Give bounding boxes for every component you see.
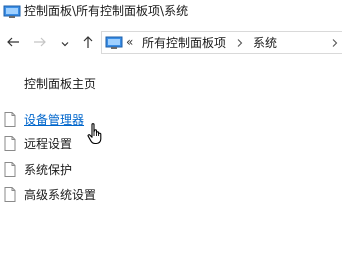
arrow-left-icon: [6, 34, 20, 53]
task-advanced-system-settings[interactable]: 高级系统设置: [0, 185, 200, 205]
window-title: 控制面板\所有控制面板项\系统: [24, 4, 189, 18]
forward-button[interactable]: [30, 30, 50, 56]
task-label[interactable]: 高级系统设置: [24, 187, 96, 203]
address-bar[interactable]: « 所有控制面板项 系统: [101, 31, 342, 54]
arrow-right-icon: [33, 34, 47, 53]
back-button[interactable]: [3, 30, 23, 56]
document-icon: [4, 112, 16, 127]
up-button[interactable]: [78, 30, 98, 56]
task-system-protection[interactable]: 系统保护: [0, 160, 200, 180]
control-panel-home-link[interactable]: 控制面板主页: [24, 76, 96, 92]
document-icon: [4, 187, 16, 202]
chevron-down-icon: [60, 34, 70, 53]
breadcrumb-all-control-panel-items[interactable]: 所有控制面板项: [142, 35, 226, 51]
task-label[interactable]: 远程设置: [24, 136, 72, 152]
breadcrumb-overflow-button[interactable]: «: [126, 34, 133, 51]
breadcrumb-system[interactable]: 系统: [253, 35, 277, 51]
document-icon: [4, 162, 16, 177]
control-panel-icon: [3, 4, 21, 18]
task-remote-settings[interactable]: 远程设置: [0, 134, 200, 154]
task-label[interactable]: 系统保护: [24, 162, 72, 178]
control-panel-icon: [105, 35, 123, 49]
navigation-bar: « 所有控制面板项 系统: [0, 30, 342, 56]
task-device-manager[interactable]: 设备管理器: [0, 110, 200, 130]
recent-locations-button[interactable]: [58, 30, 72, 56]
chevron-right-icon[interactable]: [331, 35, 339, 51]
system-window: 控制面板\所有控制面板项\系统 « 所有控制面板项 系统 控制面板主页 设备管理…: [0, 0, 342, 253]
chevron-right-icon[interactable]: [236, 35, 244, 51]
document-icon: [4, 136, 16, 151]
title-bar: 控制面板\所有控制面板项\系统: [0, 0, 342, 24]
arrow-up-icon: [81, 34, 95, 53]
task-label[interactable]: 设备管理器: [24, 112, 84, 128]
